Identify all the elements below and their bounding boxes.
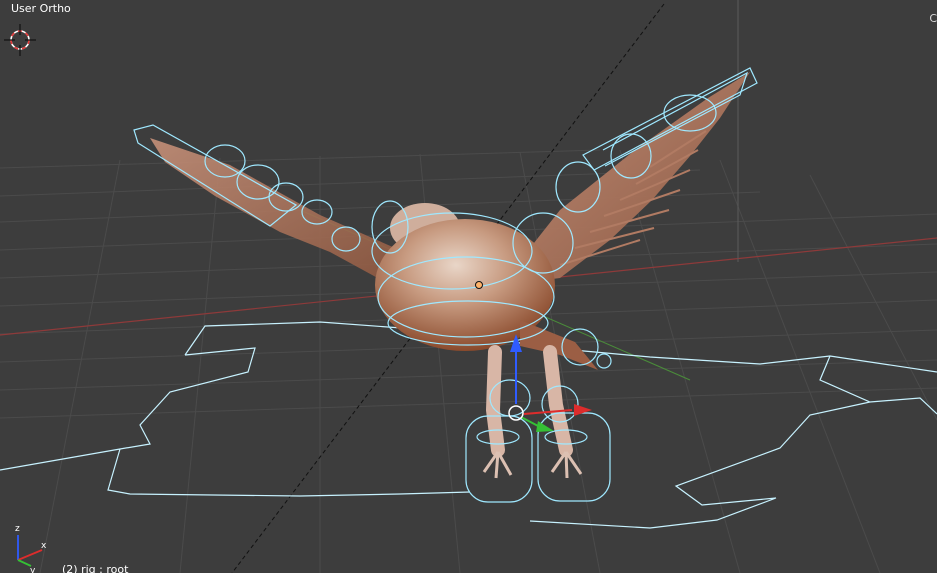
svg-text:y: y xyxy=(30,566,36,573)
root-control-shape[interactable] xyxy=(0,321,937,529)
svg-text:z: z xyxy=(15,524,20,534)
object-info-label: (2) rig : root xyxy=(62,563,129,573)
axis-gizmo-icon: z x y xyxy=(15,524,47,573)
viewport-scene[interactable]: z x y xyxy=(0,0,937,573)
3d-viewport[interactable]: z x y User Ortho C (2) rig : root xyxy=(0,0,937,573)
bird-tail xyxy=(520,320,598,370)
svg-text:x: x xyxy=(41,541,47,551)
3d-cursor-icon[interactable] xyxy=(4,24,36,56)
object-origin-point xyxy=(475,281,483,289)
view-name-label: User Ortho xyxy=(11,2,71,15)
edge-marker: C xyxy=(929,12,937,25)
